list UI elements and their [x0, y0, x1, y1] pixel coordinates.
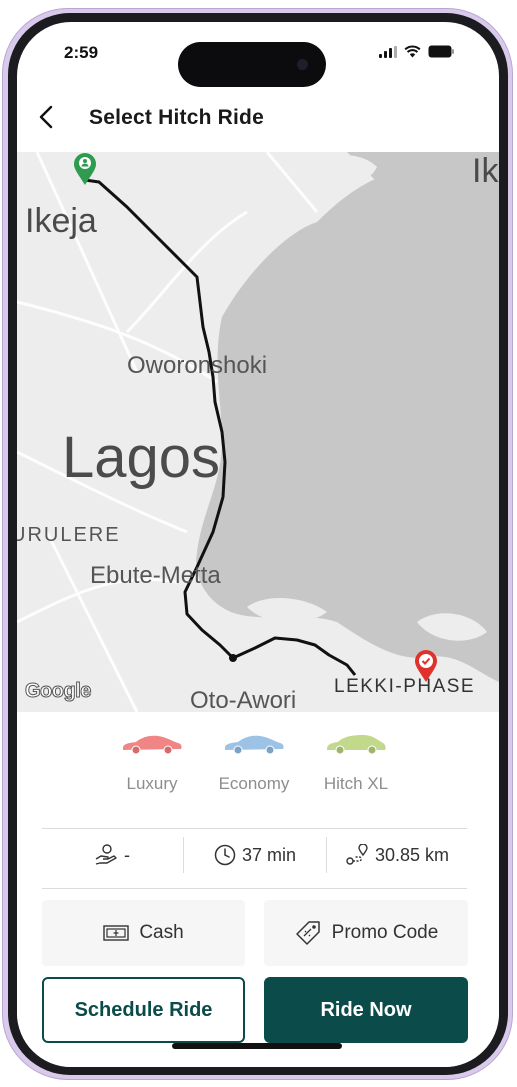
- battery-icon: [428, 45, 454, 58]
- status-time: 2:59: [64, 43, 99, 62]
- ride-type-selector: Luxury Economy Hitch XL: [17, 732, 499, 812]
- map-label-oto-awori: Oto-Awori: [190, 687, 297, 712]
- fare-hand-icon: [95, 844, 117, 865]
- route-distance-icon: [346, 844, 368, 865]
- home-indicator[interactable]: [172, 1043, 342, 1049]
- map-label-lekki: LEKKI-PHASE: [334, 676, 476, 697]
- header: Select Hitch Ride: [17, 92, 499, 152]
- ride-option-economy[interactable]: Economy: [199, 732, 309, 794]
- map-label-lagos: Lagos: [62, 425, 221, 490]
- clock-icon: [214, 844, 236, 866]
- wifi-icon: [404, 45, 421, 58]
- schedule-ride-button[interactable]: Schedule Ride: [42, 977, 245, 1043]
- promo-tag-icon: [295, 921, 320, 945]
- trip-stats: - 37 min 30.85 km: [42, 829, 467, 881]
- signal-icon: [379, 45, 397, 58]
- ride-option-hitch-xl[interactable]: Hitch XL: [301, 732, 411, 794]
- ride-options-panel: Luxury Economy Hitch XL - 37 min 30.85 k…: [17, 712, 499, 1067]
- cash-icon: [103, 925, 130, 941]
- page-title: Select Hitch Ride: [89, 106, 264, 129]
- car-hitch-xl-icon: [327, 735, 386, 755]
- distance-stat: 30.85 km: [327, 829, 467, 881]
- divider-bottom: [42, 888, 467, 889]
- distance-value: 30.85 km: [374, 844, 450, 865]
- lagoon-water: [196, 165, 499, 682]
- google-logo: Google: [25, 680, 92, 703]
- promo-code-label: Promo Code: [331, 922, 439, 943]
- camera-icon: [297, 59, 308, 70]
- map-label-ikeja: Ikeja: [25, 202, 97, 240]
- back-arrow-icon[interactable]: [35, 104, 61, 130]
- map-label-surulere: URULERE: [17, 524, 121, 546]
- fare-stat: -: [42, 829, 182, 881]
- route-map[interactable]: Ikeja Ik Oworonshoki Lagos URULERE Ebute…: [17, 152, 499, 712]
- map-label-ebute-metta: Ebute-Metta: [90, 562, 221, 589]
- pickup-pin-icon: [74, 153, 96, 185]
- ride-now-button[interactable]: Ride Now: [264, 977, 468, 1043]
- ride-label-economy: Economy: [218, 774, 290, 793]
- payment-method-label: Cash: [139, 922, 184, 943]
- map-label-oworonshoki: Oworonshoki: [127, 352, 268, 379]
- dynamic-island: [178, 42, 326, 87]
- payment-method-button[interactable]: Cash: [42, 900, 245, 966]
- car-luxury-icon: [123, 735, 182, 755]
- ride-label-hitch-xl: Hitch XL: [323, 774, 389, 793]
- promo-code-button[interactable]: Promo Code: [264, 900, 468, 966]
- ride-option-luxury[interactable]: Luxury: [97, 732, 207, 794]
- ride-label-luxury: Luxury: [126, 774, 178, 793]
- phone-screen: 2:59 Select Hitch Ride Ikeja Ik Oworonsh…: [17, 22, 499, 1067]
- car-economy-icon: [225, 735, 284, 755]
- duration-stat: 37 min: [184, 829, 326, 881]
- fare-value: -: [124, 844, 130, 865]
- status-icons: [379, 45, 455, 58]
- duration-value: 37 min: [241, 844, 297, 865]
- map-label-ik: Ik: [472, 152, 499, 190]
